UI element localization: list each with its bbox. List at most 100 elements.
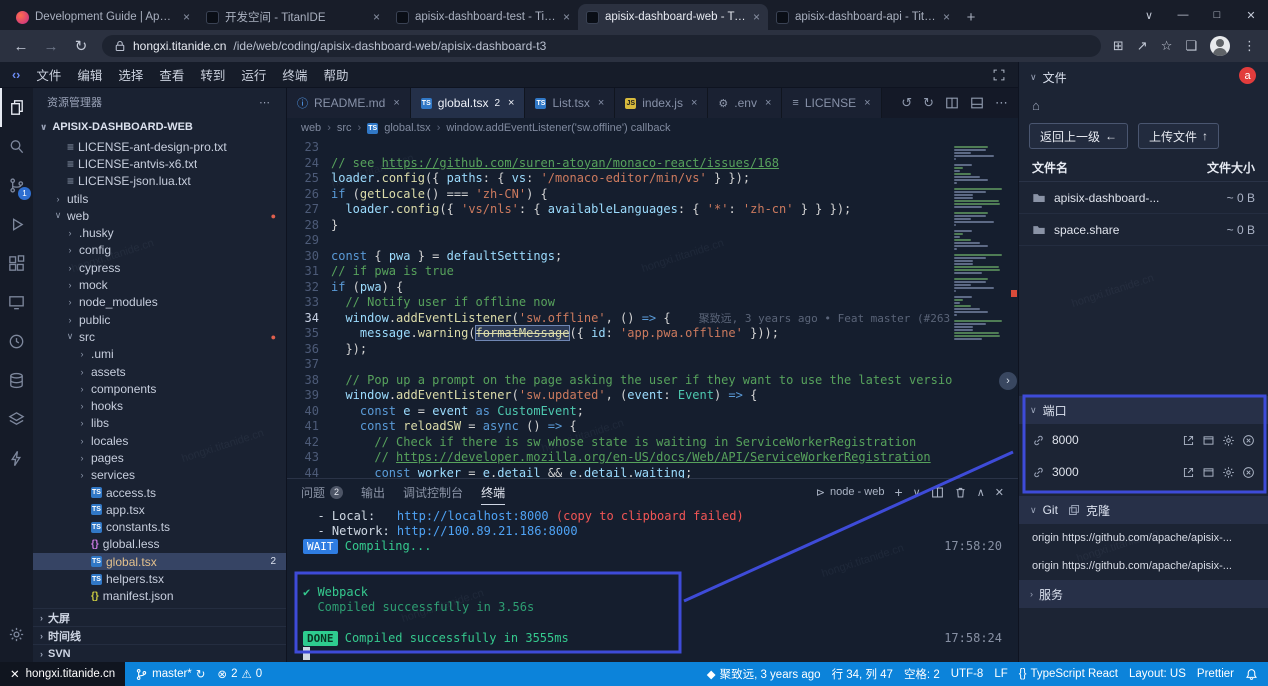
tab-close-icon[interactable]: × xyxy=(765,97,771,109)
problems-indicator[interactable]: ⊗2⚠0 xyxy=(217,667,262,681)
panel-tab-输出[interactable]: 输出 xyxy=(361,479,385,505)
tab-close-icon[interactable]: × xyxy=(563,10,570,24)
terminal-dropdown-icon[interactable]: ∨ xyxy=(913,486,921,499)
window-minimize-button[interactable]: — xyxy=(1166,0,1200,30)
port-row[interactable]: 8000 xyxy=(1019,424,1268,456)
port-row[interactable]: 3000 xyxy=(1019,456,1268,488)
close-panel-icon[interactable]: ✕ xyxy=(995,486,1004,499)
browser-tab[interactable]: apisix-dashboard-api - TitanID× xyxy=(768,4,958,30)
sidebar-section-时间线[interactable]: ›时间线 xyxy=(33,626,286,644)
tree-item[interactable]: ›config xyxy=(33,242,286,259)
tab-close-icon[interactable]: × xyxy=(598,97,604,109)
panel-tab-问题[interactable]: 问题2 xyxy=(301,479,343,505)
open-external-icon[interactable] xyxy=(1182,434,1195,447)
tree-item[interactable]: ∨web● xyxy=(33,207,286,224)
status-item[interactable]: LF xyxy=(994,668,1007,680)
browser-tab[interactable]: apisix-dashboard-test - TitanI× xyxy=(388,4,578,30)
menu-终端[interactable]: 终端 xyxy=(282,65,307,84)
editor-tab[interactable]: TSList.tsx× xyxy=(525,88,615,118)
search-icon[interactable] xyxy=(0,127,33,166)
breadcrumb-item[interactable]: src xyxy=(337,122,352,134)
tab-close-icon[interactable]: × xyxy=(943,10,950,24)
remote-file-row[interactable]: apisix-dashboard-...~ 0 B xyxy=(1019,182,1268,214)
tree-item[interactable]: ›utils xyxy=(33,190,286,207)
menu-选择[interactable]: 选择 xyxy=(118,65,143,84)
browser-tab[interactable]: 开发空间 - TitanIDE× xyxy=(198,4,388,30)
port-settings-icon[interactable] xyxy=(1222,466,1235,479)
minimap[interactable] xyxy=(952,140,1010,478)
api-bolt-icon[interactable] xyxy=(0,439,33,478)
tree-item[interactable]: ›public xyxy=(33,311,286,328)
tree-item[interactable]: ›libs xyxy=(33,415,286,432)
editor-tab[interactable]: JSindex.js× xyxy=(615,88,708,118)
status-item[interactable]: Prettier xyxy=(1197,668,1234,680)
git-remote-row[interactable]: origin https://github.com/apache/apisix-… xyxy=(1019,524,1268,552)
menu-编辑[interactable]: 编辑 xyxy=(77,65,102,84)
tree-item[interactable]: ›pages xyxy=(33,449,286,466)
share-icon[interactable]: ↗ xyxy=(1137,38,1148,54)
tab-close-icon[interactable]: × xyxy=(508,97,514,109)
tab-close-icon[interactable]: × xyxy=(373,10,380,24)
panel-tab-终端[interactable]: 终端 xyxy=(481,479,505,505)
notification-badge[interactable]: a xyxy=(1239,67,1256,84)
tree-item[interactable]: TSapp.tsx xyxy=(33,501,286,518)
remote-explorer-icon[interactable] xyxy=(0,283,33,322)
status-item[interactable] xyxy=(1245,668,1258,681)
refresh-icon[interactable]: ↻ xyxy=(72,37,90,55)
database-icon[interactable] xyxy=(0,361,33,400)
menu-查看[interactable]: 查看 xyxy=(159,65,184,84)
editor-tab[interactable]: ≡LICENSE× xyxy=(782,88,881,118)
tree-item[interactable]: {}global.less xyxy=(33,536,286,553)
address-bar[interactable]: hongxi.titanide.cn/ide/web/coding/apisix… xyxy=(102,35,1101,57)
split-terminal-icon[interactable] xyxy=(931,486,944,499)
tree-item[interactable]: ›assets xyxy=(33,363,286,380)
source-control-icon[interactable]: 1 xyxy=(0,166,33,205)
ports-section-header[interactable]: ∨端口 xyxy=(1019,396,1268,424)
remote-file-row[interactable]: space.share~ 0 B xyxy=(1019,214,1268,246)
open-external-icon[interactable] xyxy=(1182,466,1195,479)
upload-button[interactable]: 上传文件↑ xyxy=(1138,123,1219,149)
bookmark-star-icon[interactable]: ☆ xyxy=(1161,38,1173,54)
tab-close-icon[interactable]: × xyxy=(691,97,697,109)
menu-文件[interactable]: 文件 xyxy=(36,65,61,84)
files-section-header[interactable]: ∨文件 xyxy=(1019,62,1268,92)
tree-item[interactable]: ≡LICENSE-antvis-x6.txt xyxy=(33,155,286,172)
tab-close-icon[interactable]: × xyxy=(864,97,870,109)
project-root[interactable]: ∨APISIX-DASHBOARD-WEB xyxy=(33,116,286,138)
back-icon[interactable]: ← xyxy=(12,38,30,55)
status-item[interactable]: 行 34, 列 47 xyxy=(832,666,893,682)
status-item[interactable]: ◆聚致远, 3 years ago xyxy=(707,666,821,682)
explorer-icon[interactable] xyxy=(0,88,33,127)
overview-ruler[interactable] xyxy=(1010,140,1018,478)
extensions-icon[interactable] xyxy=(0,244,33,283)
remote-indicator[interactable]: ✕hongxi.titanide.cn xyxy=(0,662,125,686)
code-editor[interactable]: 2324252627282930313233343536373839404142… xyxy=(287,138,1018,478)
menu-运行[interactable]: 运行 xyxy=(241,65,266,84)
tab-search-chevron-icon[interactable]: ∨ xyxy=(1132,0,1166,30)
tree-item[interactable]: ›locales xyxy=(33,432,286,449)
terminal-shell-selector[interactable]: ⊳node - web xyxy=(816,486,885,499)
trash-icon[interactable] xyxy=(954,486,967,499)
nav-forward-icon[interactable]: ↻ xyxy=(923,95,934,111)
stop-port-icon[interactable] xyxy=(1242,466,1255,479)
tree-item[interactable]: ›cypress xyxy=(33,259,286,276)
stop-port-icon[interactable] xyxy=(1242,434,1255,447)
tree-item[interactable]: {}manifest.json xyxy=(33,588,286,605)
docker-layers-icon[interactable] xyxy=(0,400,33,439)
tree-item[interactable]: ›.husky xyxy=(33,224,286,241)
services-section-header[interactable]: ›服务 xyxy=(1019,580,1268,608)
browser-tab[interactable]: Development Guide | Apache× xyxy=(8,4,198,30)
terminal-output[interactable]: - Local: http://localhost:8000 (copy to … xyxy=(287,505,1018,662)
panel-tab-调试控制台[interactable]: 调试控制台 xyxy=(403,479,463,505)
split-editor-icon[interactable] xyxy=(945,96,959,110)
open-in-browser-icon[interactable] xyxy=(1202,434,1215,447)
breadcrumb-item[interactable]: web xyxy=(301,122,321,134)
tree-item[interactable]: TSaccess.ts xyxy=(33,484,286,501)
sidebar-section-大屏[interactable]: ›大屏 xyxy=(33,608,286,626)
tree-item[interactable]: ›services xyxy=(33,467,286,484)
tree-item[interactable]: ›mock xyxy=(33,276,286,293)
status-item[interactable]: 空格: 2 xyxy=(904,666,940,682)
window-maximize-button[interactable]: □ xyxy=(1200,0,1234,30)
history-icon[interactable] xyxy=(0,322,33,361)
explorer-more-icon[interactable]: ⋯ xyxy=(259,96,272,109)
